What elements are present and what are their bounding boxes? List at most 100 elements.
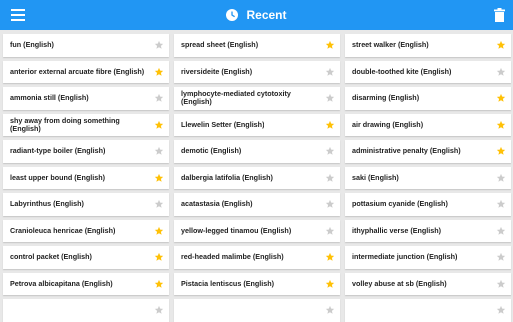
list-item[interactable]: ammonia still (English): [3, 87, 169, 110]
list-item[interactable]: Pistacia lentiscus (English): [174, 272, 340, 295]
list-item[interactable]: intermediate junction (English): [345, 246, 511, 269]
list-item[interactable]: [3, 299, 169, 322]
star-icon[interactable]: [325, 279, 335, 289]
list-item[interactable]: air drawing (English): [345, 113, 511, 136]
star-icon[interactable]: [496, 305, 506, 315]
star-icon[interactable]: [154, 279, 164, 289]
star-icon[interactable]: [154, 199, 164, 209]
list-item-text: Cranioleuca henricae (English): [10, 226, 116, 235]
list-item[interactable]: dalbergia latifolia (English): [174, 166, 340, 189]
list-item[interactable]: volley abuse at sb (English): [345, 272, 511, 295]
star-icon[interactable]: [325, 146, 335, 156]
star-icon[interactable]: [154, 67, 164, 77]
list-item[interactable]: radiant-type boiler (English): [3, 140, 169, 163]
list-item[interactable]: pottasium cyanide (English): [345, 193, 511, 216]
star-icon[interactable]: [154, 226, 164, 236]
list-item-text: volley abuse at sb (English): [352, 279, 447, 288]
list-item[interactable]: least upper bound (English): [3, 166, 169, 189]
recent-grid: fun (English) anterior external arcuate f…: [0, 34, 513, 322]
star-icon[interactable]: [496, 252, 506, 262]
star-icon[interactable]: [325, 93, 335, 103]
list-item[interactable]: Petrova albicapitana (English): [3, 272, 169, 295]
list-item[interactable]: administrative penalty (English): [345, 140, 511, 163]
star-icon[interactable]: [496, 146, 506, 156]
list-item-text: Labyrinthus (English): [10, 200, 84, 209]
star-icon[interactable]: [325, 252, 335, 262]
list-item-text: dalbergia latifolia (English): [181, 173, 273, 182]
list-item-text: anterior external arcuate fibre (English…: [10, 67, 145, 76]
list-item[interactable]: spread sheet (English): [174, 34, 340, 57]
star-icon[interactable]: [496, 279, 506, 289]
star-icon[interactable]: [496, 67, 506, 77]
star-icon[interactable]: [325, 67, 335, 77]
list-item-text: ithyphallic verse (English): [352, 226, 442, 235]
list-item-text: Pistacia lentiscus (English): [181, 279, 275, 288]
app-bar: Recent: [0, 0, 513, 30]
list-item-text: acatastasia (English): [181, 200, 253, 209]
star-icon[interactable]: [496, 40, 506, 50]
star-icon[interactable]: [496, 226, 506, 236]
list-item[interactable]: demotic (English): [174, 140, 340, 163]
list-item-text: Petrova albicapitana (English): [10, 279, 113, 288]
star-icon[interactable]: [325, 40, 335, 50]
list-item[interactable]: riversideite (English): [174, 60, 340, 83]
star-icon[interactable]: [154, 173, 164, 183]
list-item[interactable]: street walker (English): [345, 34, 511, 57]
title-wrap: Recent: [0, 0, 513, 30]
star-icon[interactable]: [325, 173, 335, 183]
star-icon[interactable]: [154, 40, 164, 50]
list-item[interactable]: ithyphallic verse (English): [345, 219, 511, 242]
list-item[interactable]: shy away from doing something (English): [3, 113, 169, 136]
list-item[interactable]: yellow-legged tinamou (English): [174, 219, 340, 242]
column-1: fun (English) anterior external arcuate f…: [3, 34, 169, 322]
star-icon[interactable]: [325, 199, 335, 209]
list-item-text: demotic (English): [181, 147, 242, 156]
star-icon[interactable]: [496, 199, 506, 209]
list-item-text: air drawing (English): [352, 120, 424, 129]
list-item-text: shy away from doing something (English): [10, 116, 120, 133]
star-icon[interactable]: [154, 120, 164, 130]
list-item-text: red-headed malimbe (English): [181, 253, 284, 262]
list-item[interactable]: Cranioleuca henricae (English): [3, 219, 169, 242]
list-item-text: pottasium cyanide (English): [352, 200, 448, 209]
list-item[interactable]: Llewelin Setter (English): [174, 113, 340, 136]
trash-icon[interactable]: [494, 8, 505, 22]
star-icon[interactable]: [154, 305, 164, 315]
list-item[interactable]: saki (English): [345, 166, 511, 189]
list-item-text: Llewelin Setter (English): [181, 120, 265, 129]
list-item-text: administrative penalty (English): [352, 147, 461, 156]
list-item-text: fun (English): [10, 41, 54, 50]
star-icon[interactable]: [154, 93, 164, 103]
list-item-text: street walker (English): [352, 41, 429, 50]
list-item-text: least upper bound (English): [10, 173, 106, 182]
list-item[interactable]: red-headed malimbe (English): [174, 246, 340, 269]
star-icon[interactable]: [325, 120, 335, 130]
list-item[interactable]: disarming (English): [345, 87, 511, 110]
star-icon[interactable]: [154, 252, 164, 262]
list-item[interactable]: [345, 299, 511, 322]
list-item-text: double-toothed kite (English): [352, 67, 452, 76]
list-item-text: control packet (English): [10, 253, 92, 262]
list-item-text: saki (English): [352, 173, 399, 182]
list-item[interactable]: anterior external arcuate fibre (English…: [3, 60, 169, 83]
star-icon[interactable]: [496, 120, 506, 130]
star-icon[interactable]: [325, 305, 335, 315]
list-item[interactable]: [174, 299, 340, 322]
list-item-text: spread sheet (English): [181, 41, 259, 50]
list-item[interactable]: lymphocyte-mediated cytotoxity (English): [174, 87, 340, 110]
list-item[interactable]: control packet (English): [3, 246, 169, 269]
list-item-text: yellow-legged tinamou (English): [181, 226, 292, 235]
list-item-text: ammonia still (English): [10, 94, 89, 103]
list-item-text: intermediate junction (English): [352, 253, 458, 262]
star-icon[interactable]: [496, 173, 506, 183]
list-item-text: radiant-type boiler (English): [10, 147, 106, 156]
list-item-text: riversideite (English): [181, 67, 253, 76]
list-item[interactable]: double-toothed kite (English): [345, 60, 511, 83]
page-title: Recent: [246, 8, 287, 22]
star-icon[interactable]: [154, 146, 164, 156]
star-icon[interactable]: [325, 226, 335, 236]
list-item[interactable]: Labyrinthus (English): [3, 193, 169, 216]
star-icon[interactable]: [496, 93, 506, 103]
list-item[interactable]: acatastasia (English): [174, 193, 340, 216]
list-item[interactable]: fun (English): [3, 34, 169, 57]
